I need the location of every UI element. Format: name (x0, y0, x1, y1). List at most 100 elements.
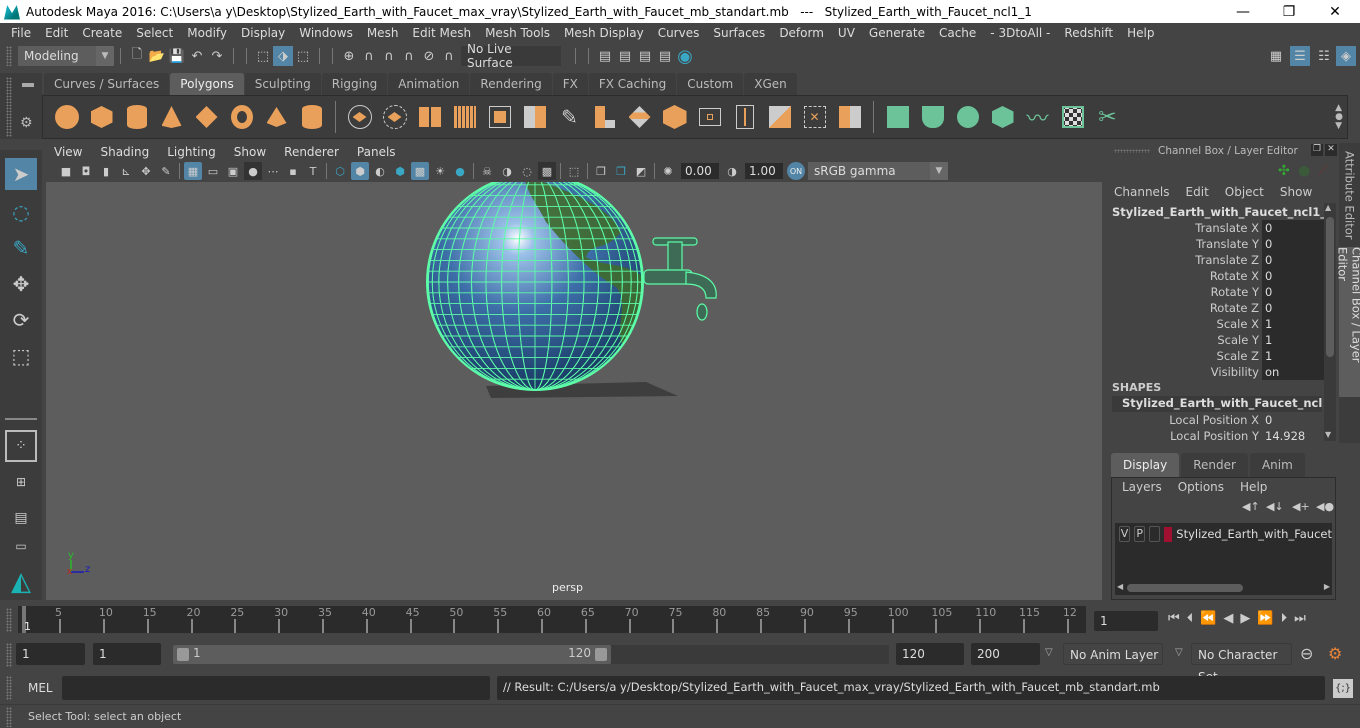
grip-handle[interactable] (1114, 149, 1150, 153)
range-end-handle[interactable] (595, 648, 607, 661)
camera-icon[interactable]: ■ (57, 162, 75, 180)
poly-sphere-icon[interactable] (52, 102, 82, 132)
menu-options[interactable]: Options (1178, 480, 1224, 494)
maximize-button[interactable]: ❐ (1266, 0, 1312, 23)
shelf-tab-sculpting[interactable]: Sculpting (244, 73, 321, 95)
channel-value[interactable]: 0 (1262, 284, 1326, 300)
shape-channel-row[interactable]: Local Position Y 14.928 (1112, 428, 1326, 444)
extrude-icon[interactable] (590, 102, 620, 132)
cylindrical-uv-icon[interactable] (918, 102, 948, 132)
tool-settings-toggle-icon[interactable]: ☷ (1314, 46, 1334, 66)
safe-title-icon[interactable]: T (304, 162, 322, 180)
contour-stretch-icon[interactable]: 〰 (1023, 102, 1053, 132)
shelf-menu-icon[interactable] (22, 83, 34, 87)
channel-value[interactable]: 14.928 (1262, 428, 1326, 444)
layer-visibility-toggle[interactable]: V (1119, 526, 1131, 542)
shelf-tab-xgen[interactable]: XGen (744, 73, 797, 95)
channel-row[interactable]: Rotate Z0 (1112, 300, 1326, 316)
auto-key-icon[interactable]: ⊖ (1300, 644, 1313, 663)
poly-cylinder-icon[interactable] (122, 102, 152, 132)
menu-show[interactable]: Show (1280, 185, 1312, 199)
step-forward-frame-icon[interactable]: ⏵ (1281, 611, 1288, 626)
textured-icon[interactable]: ▩ (411, 162, 429, 180)
append-polygon-icon[interactable] (730, 102, 760, 132)
command-input[interactable] (62, 676, 490, 700)
menu-redshift[interactable]: Redshift (1057, 26, 1120, 40)
wireframe-icon[interactable]: ⬡ (331, 162, 349, 180)
undo-icon[interactable]: ↶ (187, 46, 207, 66)
viewport-menu-show[interactable]: Show (234, 145, 266, 159)
shadows-icon[interactable]: ● (451, 162, 469, 180)
menu-modify[interactable]: Modify (180, 26, 234, 40)
select-hierarchy-icon[interactable]: ⬚ (253, 46, 273, 66)
channel-row[interactable]: Translate Z0 (1112, 252, 1326, 268)
channel-value[interactable]: 0 (1262, 300, 1326, 316)
go-to-start-icon[interactable]: ⏮ (1168, 611, 1180, 626)
reduce-icon[interactable] (485, 102, 515, 132)
color-space-dropdown[interactable]: sRGB gamma ▼ (808, 162, 948, 180)
select-tool-icon[interactable]: ➤ (5, 158, 37, 190)
range-start-handle[interactable] (177, 648, 189, 661)
motion-blur-icon[interactable]: ◑ (498, 162, 516, 180)
merge-icon[interactable]: ✕ (800, 102, 830, 132)
attribute-editor-toggle-icon[interactable]: ☰ (1290, 46, 1310, 66)
channel-value[interactable]: on (1262, 364, 1326, 380)
viewport-menu-renderer[interactable]: Renderer (284, 145, 339, 159)
open-scene-icon[interactable]: 📂 (147, 46, 167, 66)
live-surface-field[interactable]: No Live Surface (461, 42, 561, 70)
menu-layers[interactable]: Layers (1122, 480, 1162, 494)
single-view-layout-icon[interactable]: ⁘ (5, 430, 37, 462)
viewport-persp[interactable]: y x z persp (46, 182, 1102, 600)
shelf-tab-rigging[interactable]: Rigging (321, 73, 388, 95)
channel-box-scrollbar[interactable]: ▲ ▼ (1324, 203, 1336, 441)
channel-value[interactable]: 1 (1262, 316, 1326, 332)
channel-row[interactable]: Scale Y1 (1112, 332, 1326, 348)
snap-point-icon[interactable]: ∩ (379, 46, 399, 66)
render-frame-icon[interactable]: ▤ (615, 46, 635, 66)
channel-row[interactable]: Translate Y0 (1112, 236, 1326, 252)
range-slider[interactable]: 1 120 (173, 645, 611, 664)
field-chart-icon[interactable]: ⋯ (264, 162, 282, 180)
snap-surface-icon[interactable]: ⊘ (419, 46, 439, 66)
shelf-tab-polygons[interactable]: Polygons (170, 73, 244, 95)
new-layer-selected-icon[interactable]: ◀● (1316, 500, 1334, 513)
ipr-render-icon[interactable]: ▤ (635, 46, 655, 66)
float-panel-icon[interactable]: ❐ (1311, 144, 1323, 156)
menu-surfaces[interactable]: Surfaces (706, 26, 772, 40)
playback-end-field[interactable]: 120 (896, 643, 964, 665)
menu-uv[interactable]: UV (831, 26, 862, 40)
lasso-tool-icon[interactable]: ◌ (5, 196, 37, 228)
close-panel-icon[interactable]: ✕ (1325, 144, 1337, 156)
xray-icon[interactable]: ❐ (592, 162, 610, 180)
manipulator-icon[interactable]: ✣ (1278, 163, 1290, 179)
step-back-key-icon[interactable]: ⏪ (1200, 611, 1216, 626)
menu-file[interactable]: File (4, 26, 38, 40)
isolate-select-icon[interactable]: ⬚ (565, 162, 583, 180)
layer-name[interactable]: Stylized_Earth_with_Faucet (1176, 527, 1332, 541)
time-slider[interactable]: 1 5 10 15 20 25 30 35 40 45 50 55 60 65 70 75 80 85 90 95 1… (18, 606, 1086, 633)
paint-select-tool-icon[interactable]: ✎ (5, 232, 37, 264)
menu-generate[interactable]: Generate (862, 26, 932, 40)
poly-pyramid-icon[interactable] (262, 102, 292, 132)
menu-windows[interactable]: Windows (292, 26, 360, 40)
grip-handle[interactable] (6, 608, 12, 632)
shelf-tab-custom[interactable]: Custom (677, 73, 744, 95)
camera-attributes-icon[interactable]: ◘ (77, 162, 95, 180)
shelf-tab-curves-surfaces[interactable]: Curves / Surfaces (44, 73, 170, 95)
color-management-toggle[interactable]: ON (787, 162, 805, 180)
shelf-tab-fx-caching[interactable]: FX Caching (588, 73, 677, 95)
exposure-field[interactable]: 0.00 (681, 163, 719, 179)
select-component-icon[interactable]: ⬚ (293, 46, 313, 66)
menu-mesh-display[interactable]: Mesh Display (557, 26, 651, 40)
layer-tab-anim[interactable]: Anim (1249, 453, 1305, 477)
channel-value[interactable]: 0 (1262, 412, 1326, 428)
speed-icon[interactable]: ● (1298, 163, 1310, 179)
menu-edit[interactable]: Edit (1186, 185, 1209, 199)
poly-cone-icon[interactable] (157, 102, 187, 132)
viewport-menu-panels[interactable]: Panels (357, 145, 396, 159)
character-set-menu-icon[interactable]: ▽ (1175, 647, 1183, 658)
menu-edit-mesh[interactable]: Edit Mesh (405, 26, 478, 40)
poly-pipe-icon[interactable] (297, 102, 327, 132)
render-settings-icon[interactable]: ▤ (655, 46, 675, 66)
gamma-field[interactable]: 1.00 (745, 163, 783, 179)
